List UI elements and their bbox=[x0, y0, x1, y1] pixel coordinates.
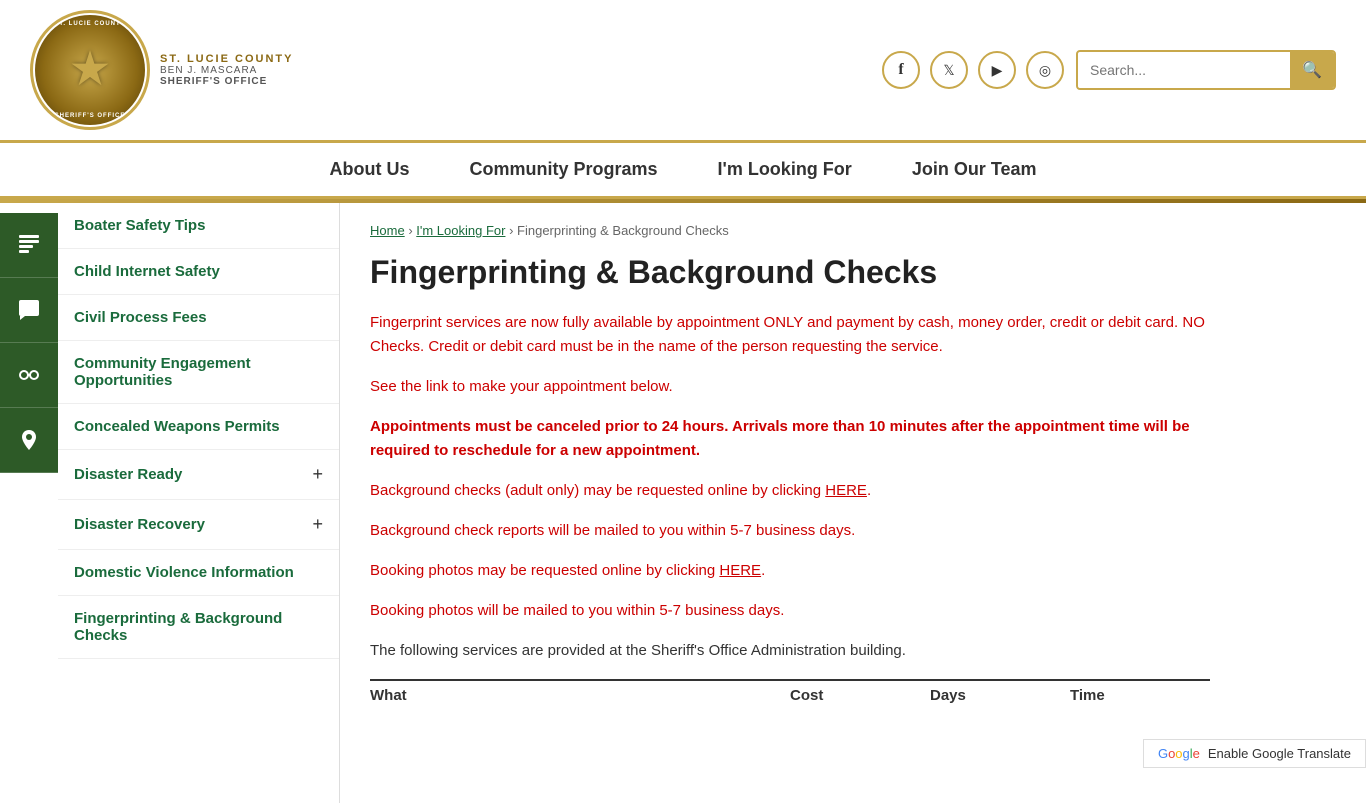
breadcrumb-sep2: › bbox=[509, 223, 517, 238]
sidebar-item-civil-process[interactable]: Civil Process Fees bbox=[58, 295, 339, 341]
logo-area: ST. LUCIE COUNTY ★ SHERIFF'S OFFICE ST. … bbox=[30, 10, 293, 130]
expand-disaster-ready-icon: + bbox=[312, 464, 323, 485]
content-para5-pre: Booking photos may be requested online b… bbox=[370, 562, 719, 579]
content-para3: Appointments must be canceled prior to 2… bbox=[370, 415, 1210, 463]
booking-photos-here-link[interactable]: HERE bbox=[719, 562, 761, 579]
sidebar-item-boater-safety[interactable]: Boater Safety Tips bbox=[58, 203, 339, 249]
sidebar-location-icon[interactable] bbox=[0, 408, 58, 473]
logo-bottom-text: SHERIFF'S OFFICE bbox=[35, 113, 145, 119]
sidebar: Boater Safety Tips Child Internet Safety… bbox=[0, 203, 340, 803]
facebook-icon[interactable]: f bbox=[882, 51, 920, 89]
google-g-icon: Google bbox=[1158, 746, 1200, 761]
site-header: ST. LUCIE COUNTY ★ SHERIFF'S OFFICE ST. … bbox=[0, 0, 1366, 143]
sidebar-item-disaster-ready[interactable]: Disaster Ready + bbox=[58, 450, 339, 500]
sidebar-item-disaster-recovery-label: Disaster Recovery bbox=[74, 516, 205, 533]
content-para1: Fingerprint services are now fully avail… bbox=[370, 311, 1210, 359]
g-blue: G bbox=[1158, 746, 1168, 761]
breadcrumb: Home › I'm Looking For › Fingerprinting … bbox=[370, 223, 1210, 238]
sidebar-item-domestic-violence[interactable]: Domestic Violence Information bbox=[58, 550, 339, 596]
nav-join-our-team[interactable]: Join Our Team bbox=[912, 159, 1037, 180]
content-para5-post: . bbox=[761, 562, 765, 579]
main-nav: About Us Community Programs I'm Looking … bbox=[0, 143, 1366, 199]
logo-inner: ST. LUCIE COUNTY ★ SHERIFF'S OFFICE bbox=[35, 15, 145, 125]
breadcrumb-current: Fingerprinting & Background Checks bbox=[517, 223, 729, 238]
sidebar-menu: Boater Safety Tips Child Internet Safety… bbox=[58, 203, 339, 659]
content-para5: Booking photos may be requested online b… bbox=[370, 559, 1210, 583]
sidebar-chat-icon[interactable] bbox=[0, 278, 58, 343]
search-button[interactable]: 🔍 bbox=[1290, 52, 1334, 88]
instagram-icon[interactable]: ◎ bbox=[1026, 51, 1064, 89]
content-para2: See the link to make your appointment be… bbox=[370, 375, 1210, 399]
table-col-cost-header: Cost bbox=[790, 687, 930, 704]
content-para4b: Background check reports will be mailed … bbox=[370, 519, 1210, 543]
youtube-icon[interactable]: ▶ bbox=[978, 51, 1016, 89]
logo-text-block: ST. LUCIE COUNTY BEN J. MASCARA SHERIFF'… bbox=[160, 53, 293, 87]
content-para5b: Booking photos will be mailed to you wit… bbox=[370, 599, 1210, 623]
nav-im-looking-for[interactable]: I'm Looking For bbox=[718, 159, 852, 180]
sidebar-item-fingerprinting[interactable]: Fingerprinting & Background Checks bbox=[58, 596, 339, 659]
office-name: SHERIFF'S OFFICE bbox=[160, 76, 293, 87]
twitter-icon[interactable]: 𝕏 bbox=[930, 51, 968, 89]
expand-disaster-recovery-icon: + bbox=[312, 514, 323, 535]
google-translate-bar[interactable]: Google Enable Google Translate bbox=[1143, 739, 1366, 768]
main-content: Home › I'm Looking For › Fingerprinting … bbox=[340, 203, 1240, 803]
services-table-header: What Cost Days Time bbox=[370, 679, 1210, 704]
sheriff-logo: ST. LUCIE COUNTY ★ SHERIFF'S OFFICE bbox=[30, 10, 150, 130]
table-col-days-header: Days bbox=[930, 687, 1070, 704]
sheriff-name: BEN J. MASCARA bbox=[160, 65, 293, 76]
social-icons: f 𝕏 ▶ ◎ bbox=[882, 51, 1064, 89]
sidebar-item-community-engagement[interactable]: Community Engagement Opportunities bbox=[58, 341, 339, 404]
table-col-time-header: Time bbox=[1070, 687, 1210, 704]
sidebar-item-child-internet[interactable]: Child Internet Safety bbox=[58, 249, 339, 295]
table-col-what-header: What bbox=[370, 687, 790, 704]
main-layout: Boater Safety Tips Child Internet Safety… bbox=[0, 203, 1366, 803]
sidebar-news-icon[interactable] bbox=[0, 213, 58, 278]
breadcrumb-looking-for[interactable]: I'm Looking For bbox=[416, 223, 505, 238]
nav-about-us[interactable]: About Us bbox=[329, 159, 409, 180]
sidebar-item-disaster-recovery[interactable]: Disaster Recovery + bbox=[58, 500, 339, 550]
logo-top-text: ST. LUCIE COUNTY bbox=[35, 21, 145, 27]
nav-community-programs[interactable]: Community Programs bbox=[469, 159, 657, 180]
sidebar-handcuffs-icon[interactable] bbox=[0, 343, 58, 408]
background-check-here-link[interactable]: HERE bbox=[825, 482, 867, 499]
content-para4: Background checks (adult only) may be re… bbox=[370, 479, 1210, 503]
sidebar-item-disaster-ready-label: Disaster Ready bbox=[74, 466, 182, 483]
page-title: Fingerprinting & Background Checks bbox=[370, 254, 1210, 291]
content-para4-post: . bbox=[867, 482, 871, 499]
search-bar: 🔍 bbox=[1076, 50, 1336, 90]
breadcrumb-home[interactable]: Home bbox=[370, 223, 405, 238]
content-para6: The following services are provided at t… bbox=[370, 639, 1210, 663]
g-red2: e bbox=[1193, 746, 1200, 761]
star-icon: ★ bbox=[68, 46, 111, 94]
g-yellow: o bbox=[1175, 746, 1182, 761]
content-para4-pre: Background checks (adult only) may be re… bbox=[370, 482, 825, 499]
search-input[interactable] bbox=[1078, 54, 1290, 86]
header-right: f 𝕏 ▶ ◎ 🔍 bbox=[882, 50, 1336, 90]
county-name: ST. LUCIE COUNTY bbox=[160, 53, 293, 65]
sidebar-icon-buttons bbox=[0, 203, 58, 473]
translate-label: Enable Google Translate bbox=[1208, 746, 1351, 761]
g-blue2: g bbox=[1183, 746, 1190, 761]
sidebar-item-concealed-weapons[interactable]: Concealed Weapons Permits bbox=[58, 404, 339, 450]
